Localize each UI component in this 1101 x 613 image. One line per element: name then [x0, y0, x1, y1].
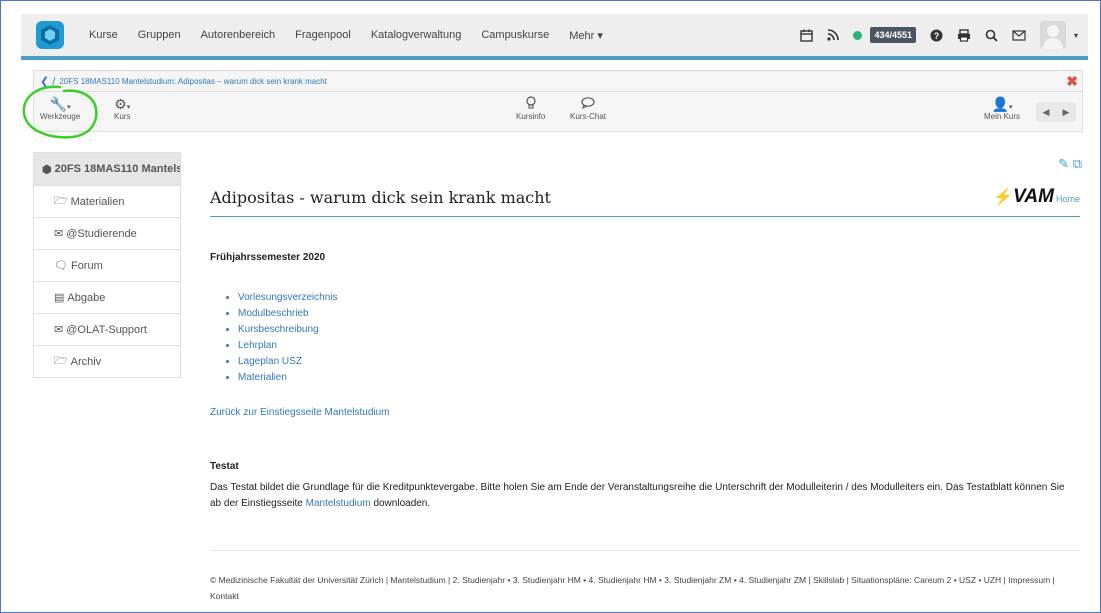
calendar-icon[interactable]	[800, 29, 814, 42]
nav-autorenbereich[interactable]: Autorenbereich	[201, 29, 276, 41]
link-lageplan-usz[interactable]: Lageplan USZ	[238, 354, 338, 370]
mein-kurs-menu[interactable]: 👤▾ Mein Kurs	[984, 96, 1020, 121]
sidebar-item-forum[interactable]: 🗨 Forum	[33, 250, 181, 282]
top-navbar: Kurse Gruppen Autorenbereich Fragenpool …	[21, 14, 1088, 60]
rss-icon[interactable]	[827, 29, 840, 41]
chat-icon	[570, 96, 606, 112]
page-title: Adipositas - warum dick sein krank macht	[210, 188, 551, 207]
user-icon: 👤▾	[991, 96, 1013, 112]
mail-icon: ✉	[54, 324, 64, 336]
user-counter[interactable]: 434/4551	[870, 27, 916, 43]
breadcrumb: ❮ / 20FS 18MAS110 Mantelstudium: Adiposi…	[33, 70, 1083, 92]
sidebar-item-archiv[interactable]: 🗁 Archiv	[33, 346, 181, 378]
sidebar-item-label: @OLAT-Support	[66, 323, 147, 336]
kurs-label: Kurs	[114, 112, 131, 121]
title-divider	[210, 216, 1080, 217]
home-link[interactable]: Home	[1056, 194, 1080, 204]
openolat-logo[interactable]	[35, 20, 65, 50]
testat-heading: Testat	[210, 461, 239, 472]
mantelstudium-link[interactable]: Mantelstudium	[306, 498, 371, 509]
sidebar-item-materialien[interactable]: 🗁 Materialien	[33, 186, 181, 218]
online-status-icon[interactable]	[853, 30, 863, 40]
sidebar-course-title[interactable]: ⬢ 20FS 18MAS110 Mantelst	[33, 152, 181, 186]
inbox-icon: ▤	[54, 292, 65, 304]
kursinfo-label: Kursinfo	[516, 112, 546, 121]
footer: © Medizinische Fakultät der Universität …	[210, 575, 1055, 601]
close-icon[interactable]: ✖	[1066, 73, 1078, 90]
next-arrow-icon[interactable]: ▶	[1063, 107, 1070, 118]
kursinfo-button[interactable]: Kursinfo	[516, 96, 545, 121]
search-icon[interactable]	[985, 29, 998, 42]
semester-heading: Frühjahrssemester 2020	[210, 252, 326, 263]
link-kursbeschreibung[interactable]: Kursbeschreibung	[238, 322, 338, 338]
sidebar-item-label: Abgabe	[67, 291, 106, 304]
content-actions: ✎ ⧉	[1058, 156, 1082, 172]
external-link-icon[interactable]: ⧉	[1073, 156, 1082, 171]
lightbulb-icon	[516, 96, 545, 112]
sidebar-item-abgabe[interactable]: ▤ Abgabe	[33, 282, 181, 314]
vam-logo[interactable]: ⚡ VAM Home	[993, 186, 1080, 208]
resource-links: Vorlesungsverzeichnis Modulbeschrieb Kur…	[230, 290, 338, 386]
previous-arrow-icon[interactable]: ◀	[1043, 107, 1050, 118]
course-nav-arrows: ◀ ▶	[1036, 102, 1076, 122]
cube-icon: ⬢	[42, 163, 52, 176]
mail-icon[interactable]	[1012, 29, 1026, 41]
folder-icon: 🗁	[54, 355, 68, 367]
course-toolbar: 🔧▾ Werkzeuge ⚙▾ Kurs Kursinfo Kurs-Chat …	[33, 92, 1083, 132]
svg-text:?: ?	[934, 31, 940, 41]
mein-kurs-label: Mein Kurs	[984, 112, 1021, 121]
forum-icon: 🗨	[54, 260, 68, 272]
sidebar-item-studierende[interactable]: ✉ @Studierende	[33, 218, 181, 250]
testat-text: Das Testat bildet die Grundlage für die …	[210, 482, 1065, 509]
kurs-chat-button[interactable]: Kurs-Chat	[570, 96, 606, 121]
link-lehrplan[interactable]: Lehrplan	[238, 338, 338, 354]
sidebar-item-label: Materialien	[70, 195, 125, 208]
gears-icon: ⚙▾	[114, 96, 131, 112]
nav-katalogverwaltung[interactable]: Katalogverwaltung	[371, 29, 462, 41]
nav-campuskurse[interactable]: Campuskurse	[481, 29, 549, 41]
nav-gruppen[interactable]: Gruppen	[138, 29, 181, 41]
link-modulbeschrieb[interactable]: Modulbeschrieb	[238, 306, 338, 322]
footer-divider	[210, 550, 1080, 551]
link-vorlesungsverzeichnis[interactable]: Vorlesungsverzeichnis	[238, 290, 338, 306]
kurs-menu[interactable]: ⚙▾ Kurs	[114, 96, 130, 121]
user-avatar[interactable]	[1039, 21, 1066, 49]
sidebar-item-olat-support[interactable]: ✉ @OLAT-Support	[33, 314, 181, 346]
nav-mehr[interactable]: Mehr ▾	[569, 29, 603, 42]
course-sidebar: ⬢ 20FS 18MAS110 Mantelst 🗁 Materialien ✉…	[33, 152, 181, 378]
help-icon[interactable]: ?	[930, 29, 943, 42]
nav-fragenpool[interactable]: Fragenpool	[295, 29, 351, 41]
sidebar-item-label: @Studierende	[66, 227, 137, 240]
edit-icon[interactable]: ✎	[1058, 156, 1069, 171]
sidebar-item-label: Forum	[70, 259, 103, 272]
print-icon[interactable]	[957, 28, 971, 42]
sidebar-item-label: Archiv	[70, 355, 102, 368]
kurs-chat-label: Kurs-Chat	[570, 112, 607, 121]
link-materialien[interactable]: Materialien	[238, 370, 338, 386]
annotation-circle	[22, 85, 98, 139]
chevron-down-icon[interactable]: ▾	[1074, 31, 1078, 40]
nav-kurse[interactable]: Kurse	[89, 29, 118, 41]
mail-icon: ✉	[54, 228, 64, 240]
vam-figure-icon: ⚡	[993, 189, 1014, 206]
back-to-mantelstudium-link[interactable]: Zurück zur Einstiegsseite Mantelstudium	[210, 407, 390, 418]
navbar-tools: 434/4551 ? ▾	[786, 14, 1078, 56]
folder-icon: 🗁	[54, 195, 68, 207]
